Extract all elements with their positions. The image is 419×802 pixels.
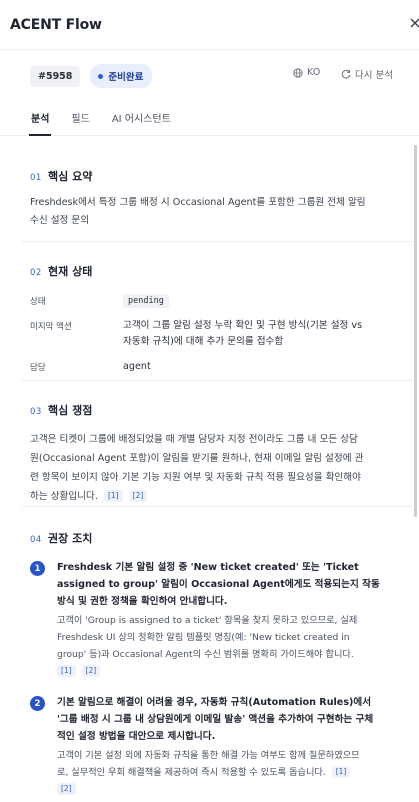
reference-link[interactable]: [1] — [103, 490, 123, 502]
text-line: 고객은 티켓이 그룹에 배정되었을 때 개별 담당자 지정 전이라도 그룹 내 … — [30, 434, 358, 445]
status-section: 02 현재 상태 상태 pending 미지막 액션 고객이 그룹 알림 설정 … — [22, 241, 412, 375]
text-line: 로, 실무적인 우회 해결책을 제공하여 즉시 적용할 수 있도록 돕습니다. … — [57, 764, 397, 781]
section-title: 현재 상태 — [48, 265, 93, 278]
state-value-chip: pending — [123, 294, 169, 308]
tab-ai-assistant[interactable]: AI 어시스턴트 — [112, 110, 171, 135]
pending-action-value: 고객이 그룹 알림 설정 누락 확인 및 구현 방식(기본 설정 vs 자동화 … — [123, 318, 362, 350]
actions-section: 04 권장 조치 1 Freshdesk 기본 알림 설정 중 'New tic… — [22, 506, 412, 798]
action-number-badge: 2 — [30, 696, 45, 711]
reanalyze-button[interactable]: 다시 분석 — [341, 67, 393, 81]
state-row: 상태 pending — [22, 293, 412, 309]
section-number: 01 — [30, 173, 42, 183]
reference-link[interactable]: [2] — [57, 783, 76, 795]
text-line: 수신 설정 문의 — [30, 215, 90, 226]
pending-action-key: 미지막 액션 — [30, 322, 72, 332]
action-item: 2 기본 알림으로 해결이 어려울 경우, 자동화 규칙(Automation … — [22, 694, 412, 798]
ticket-id-badge: #5958 — [30, 65, 81, 87]
text-line: '그룹 배정 시 그룹 내 상담원에게 이메일 발송' 액션을 추가하여 구현하… — [57, 714, 374, 725]
text-line: 고객이 그룹 알림 설정 누락 확인 및 구현 방식(기본 설정 vs — [123, 320, 363, 331]
section-number: 04 — [30, 535, 42, 545]
text-line-content: 하는 상황입니다. — [30, 491, 98, 502]
issue-header: 03 핵심 쟁점 — [22, 381, 412, 418]
globe-icon — [293, 67, 303, 78]
close-icon[interactable] — [409, 16, 419, 30]
issue-text: 고객은 티켓이 그룹에 배정되었을 때 개별 담당자 지정 전이라도 그룹 내 … — [22, 430, 412, 506]
text-line: 하는 상황입니다. [1] [2] — [30, 487, 412, 506]
action-item: 1 Freshdesk 기본 알림 설정 중 'New ticket creat… — [22, 559, 412, 680]
tab-analysis[interactable]: 분석 — [28, 110, 52, 136]
text-line: 기본 알림으로 해결이 어려울 경우, 자동화 규칙(Automation Ru… — [57, 697, 372, 708]
text-line: 적인 설정 방법을 대안으로 제시합니다. — [57, 731, 216, 742]
text-line-content: 로, 실무적인 우회 해결책을 제공하여 즉시 적용할 수 있도록 돕습니다. — [57, 767, 326, 778]
text-line: 자동화 규칙)에 대해 추가 문의를 접수함 — [123, 336, 284, 347]
language-label: KO — [307, 67, 321, 78]
owner-key: 담당 — [30, 363, 46, 373]
summary-text: Freshdesk에서 특정 그룹 배정 시 Occasional Agent를… — [22, 194, 412, 230]
pending-action-row: 미지막 액션 고객이 그룹 알림 설정 누락 확인 및 구현 방식(기본 설정 … — [22, 318, 412, 350]
status-label: 준비완료 — [108, 72, 144, 83]
text-line: group' 등)과 Occasional Agent의 수신 범위를 명확히 … — [57, 649, 354, 660]
app-title: ACENT Flow — [10, 16, 102, 33]
reference-link[interactable]: [1] — [331, 766, 351, 778]
action-description: 고객이 기본 설정 외에 자동화 규칙을 통한 해결 가능 여부도 함께 질문하… — [57, 747, 397, 798]
action-title: Freshdesk 기본 알림 설정 중 'New ticket created… — [57, 559, 397, 610]
actions-header: 04 권장 조치 — [22, 507, 412, 546]
section-title: 권장 조치 — [48, 532, 93, 545]
tab-fields[interactable]: 필드 — [71, 110, 89, 135]
tab-bar: 분석 필드 AI 어시스턴트 — [0, 102, 419, 136]
reanalyze-label: 다시 분석 — [355, 70, 393, 81]
issue-section: 03 핵심 쟁점 고객은 티켓이 그룹에 배정되었을 때 개별 담당자 지정 전… — [22, 380, 412, 506]
ticket-meta-bar: #5958 준비완료 KO 다시 분석 — [0, 50, 419, 102]
action-number-badge: 1 — [30, 561, 45, 576]
state-key: 상태 — [30, 297, 46, 307]
reference-link[interactable]: [2] — [81, 665, 101, 677]
owner-row: 담당 agent — [22, 359, 412, 375]
language-button[interactable]: KO — [293, 67, 320, 78]
reference-row: [1] [2] — [57, 663, 397, 680]
section-number: 02 — [30, 268, 42, 278]
action-body: Freshdesk 기본 알림 설정 중 'New ticket created… — [57, 559, 397, 680]
app-header: ACENT Flow — [0, 0, 419, 50]
status-badge: 준비완료 — [90, 64, 153, 88]
summary-section: 01 핵심 요약 Freshdesk에서 특정 그룹 배정 시 Occasion… — [22, 154, 412, 230]
text-line: 고객이 기본 설정 외에 자동화 규칙을 통한 해결 가능 여부도 함께 질문하… — [57, 750, 360, 761]
refresh-icon — [341, 69, 351, 79]
scrollbar[interactable] — [414, 145, 417, 517]
text-line: Freshdesk 기본 알림 설정 중 'New ticket created… — [57, 562, 359, 573]
owner-value: agent — [123, 361, 151, 372]
action-description: 고객이 'Group is assigned to a ticket' 항목을 … — [57, 612, 397, 680]
status-header: 02 현재 상태 — [22, 242, 412, 279]
reference-row: [2] — [57, 781, 397, 798]
action-title: 기본 알림으로 해결이 어려울 경우, 자동화 규칙(Automation Ru… — [57, 694, 397, 745]
summary-header: 01 핵심 요약 — [22, 154, 412, 184]
text-line: Freshdesk UI 상의 정확한 알림 템플릿 명칭(예: 'New ti… — [57, 632, 350, 643]
section-title: 핵심 요약 — [48, 170, 93, 183]
reference-link[interactable]: [2] — [128, 490, 148, 502]
app-window: ACENT Flow #5958 준비완료 KO 다시 분석 분석 필드 AI … — [0, 0, 419, 802]
section-number: 03 — [30, 407, 42, 417]
text-line: 련 항목이 보이지 않아 기본 기능 지원 여부 및 자동화 규칙 적용 필요성… — [30, 472, 361, 483]
reference-link[interactable]: [1] — [57, 665, 76, 677]
text-line: assigned to group' 알림이 Occasional Agent에… — [57, 579, 380, 590]
text-line: Freshdesk에서 특정 그룹 배정 시 Occasional Agent를… — [30, 197, 366, 208]
text-line: 고객이 'Group is assigned to a ticket' 항목을 … — [57, 615, 358, 626]
status-dot-icon — [98, 73, 104, 79]
section-title: 핵심 쟁점 — [48, 404, 93, 417]
text-line: 방식 및 권한 정책을 확인하여 안내합니다. — [57, 596, 228, 607]
analysis-content[interactable]: 01 핵심 요약 Freshdesk에서 특정 그룹 배정 시 Occasion… — [0, 137, 419, 802]
text-line: 원(Occasional Agent 포함)이 알림을 받기를 원하나, 현재 … — [30, 453, 364, 464]
action-body: 기본 알림으로 해결이 어려울 경우, 자동화 규칙(Automation Ru… — [57, 694, 397, 798]
